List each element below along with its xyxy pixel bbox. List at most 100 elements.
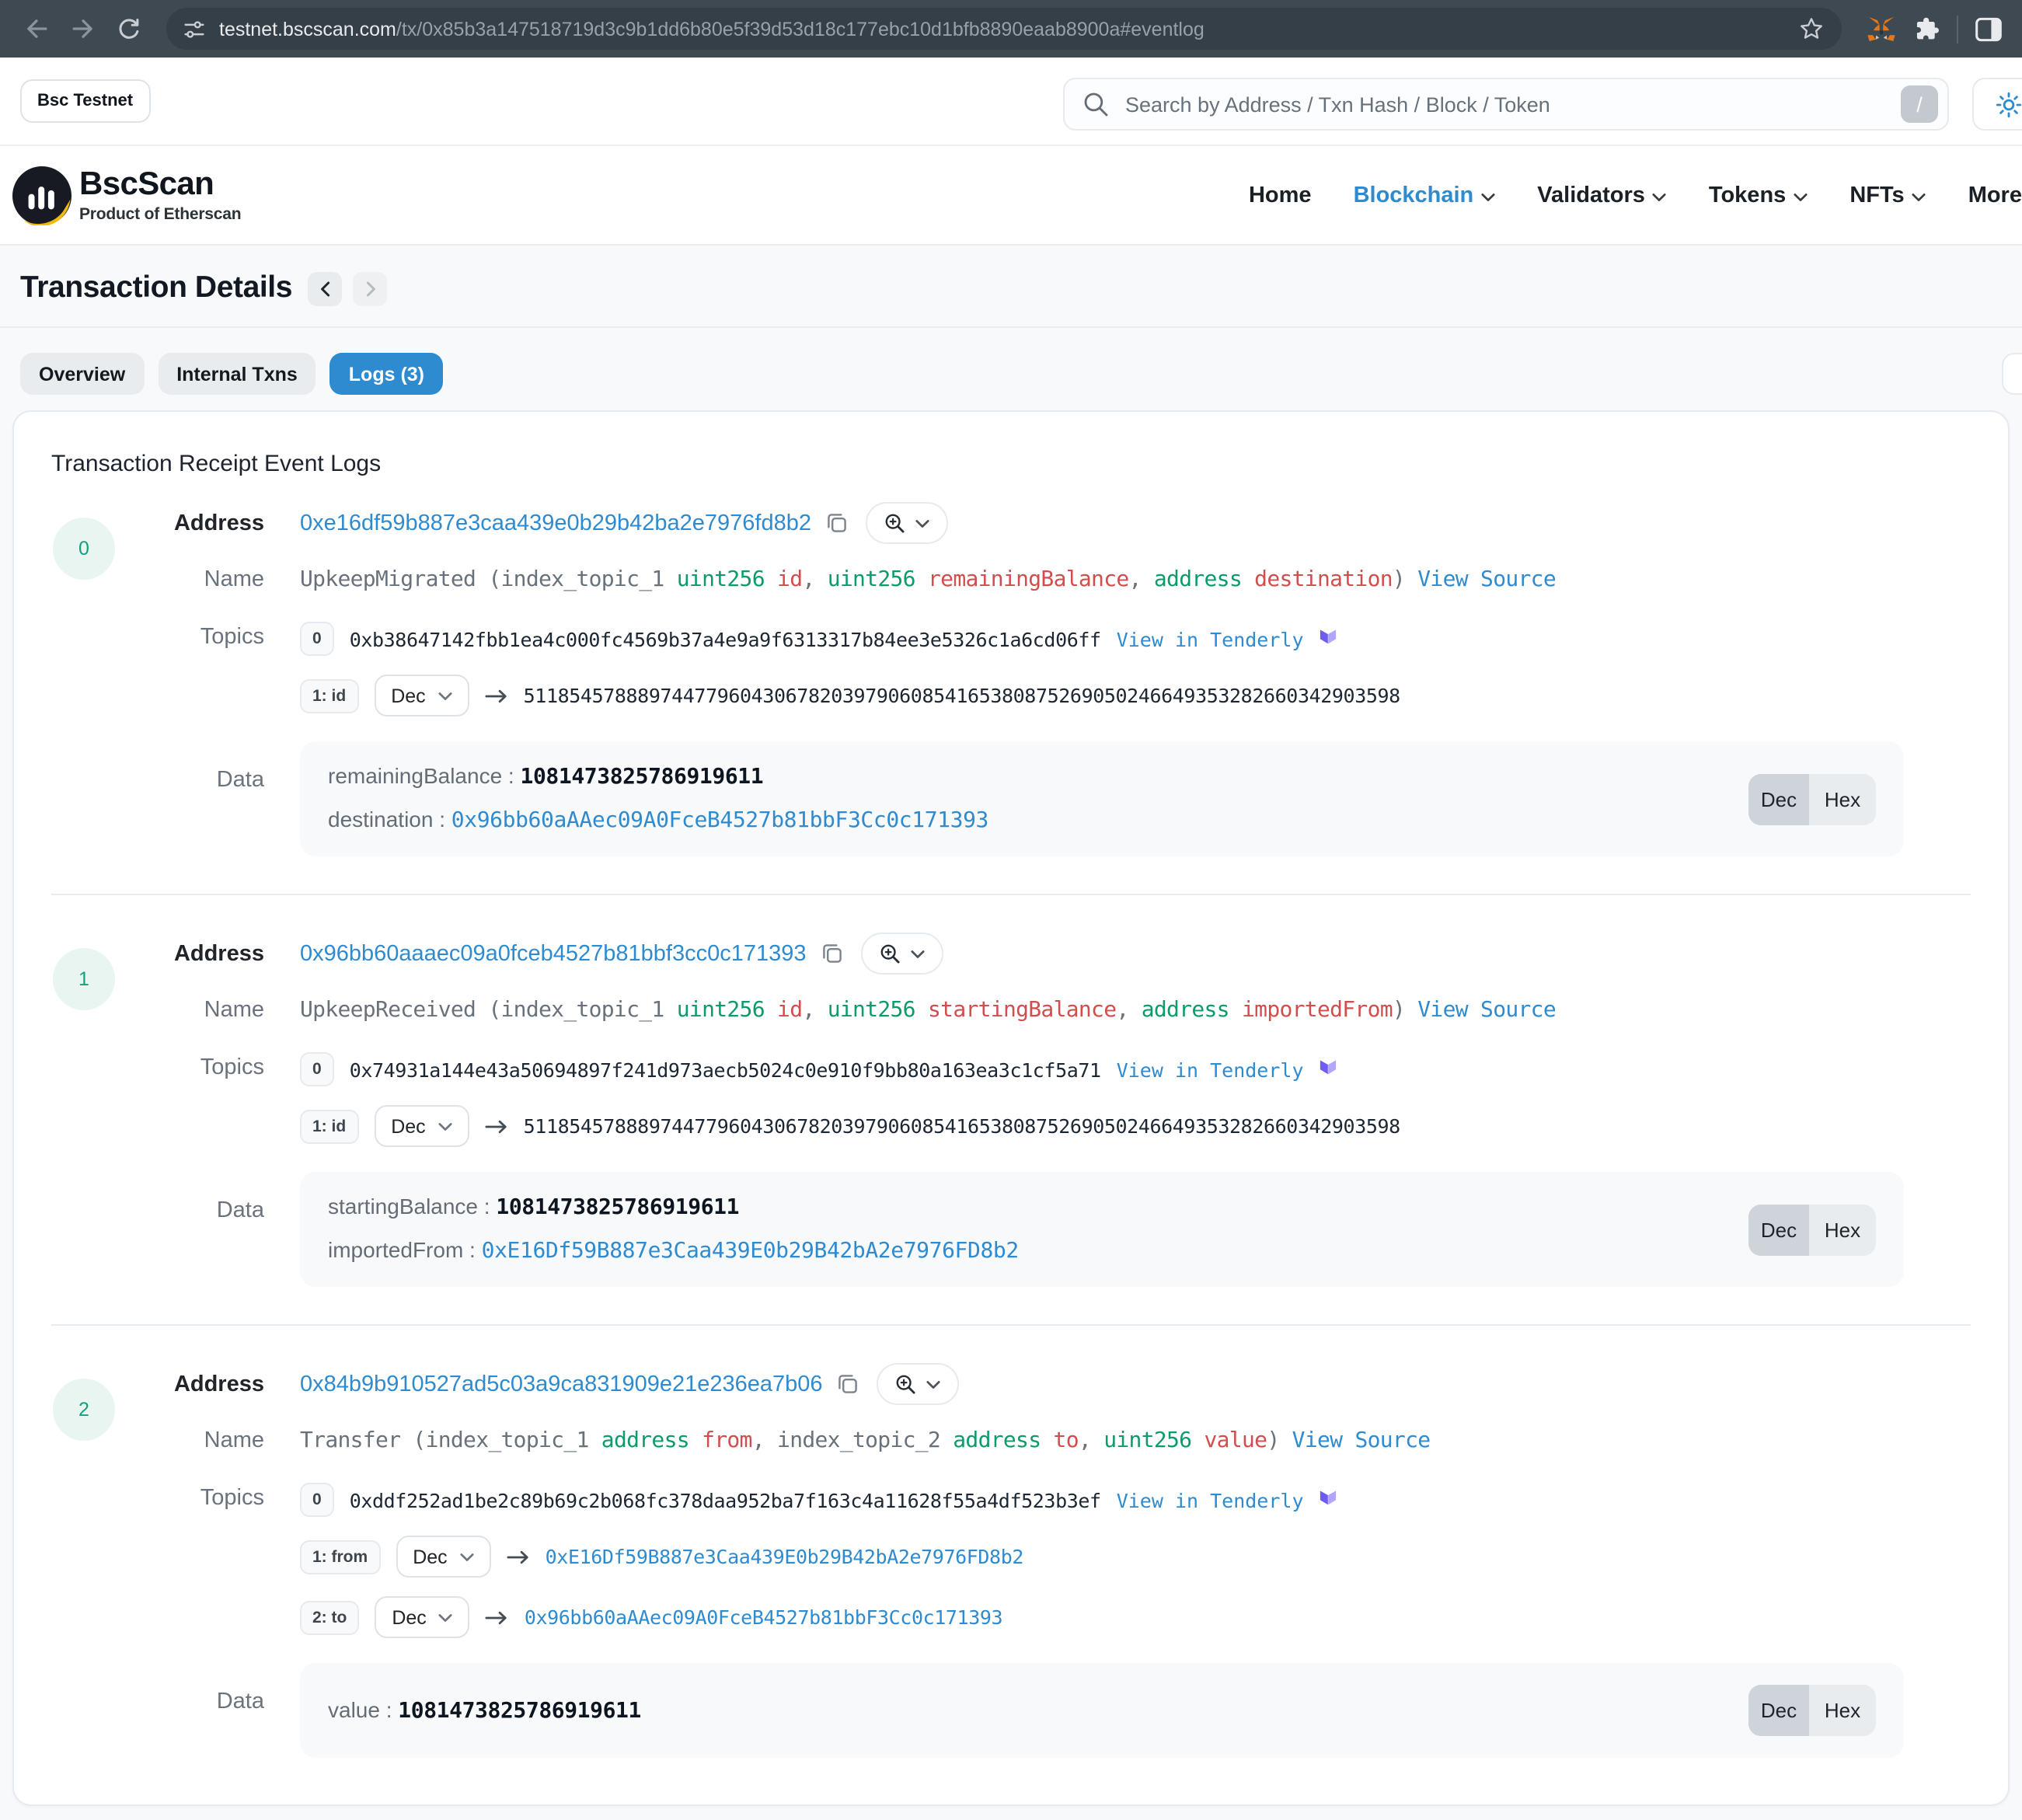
topic-format-select[interactable]: Dec	[374, 675, 469, 716]
address-inspect-button[interactable]	[861, 933, 943, 975]
nav-item-nfts[interactable]: NFTs	[1849, 183, 1926, 207]
forward-icon[interactable]	[59, 5, 106, 52]
bookmark-star-icon[interactable]	[1798, 16, 1825, 42]
nav-item-label: More	[1968, 183, 2022, 207]
data-lines: remainingBalance : 1081473825786919611de…	[328, 763, 1748, 835]
nav-item-more[interactable]: More	[1968, 183, 2022, 207]
event-signature: UpkeepMigrated (index_topic_1 uint256 id…	[300, 564, 1556, 595]
nav-item-label: NFTs	[1849, 183, 1904, 207]
metamask-icon[interactable]	[1867, 15, 1896, 43]
data-field-name: destination	[328, 807, 433, 832]
dec-hex-toggle: DecHex	[1748, 1685, 1876, 1736]
nav-item-tokens[interactable]: Tokens	[1709, 183, 1808, 207]
copy-address-button[interactable]	[825, 511, 849, 535]
prev-transaction-button[interactable]	[308, 271, 342, 305]
log-rows: Address0xe16df59b887e3caa439e0b29b42ba2e…	[115, 502, 1971, 856]
search-shortcut-badge: /	[1901, 85, 1938, 123]
next-transaction-button[interactable]	[353, 271, 387, 305]
chevron-down-icon	[439, 1613, 453, 1622]
address-row: Address0x96bb60aaaec09a0fceb4527b81bbf3c…	[115, 933, 1971, 975]
hex-toggle-button[interactable]: Hex	[1809, 773, 1876, 825]
dec-toggle-button[interactable]: Dec	[1748, 773, 1809, 825]
right-arrow-icon	[486, 1609, 509, 1625]
topic-line: 2: toDec0x96bb60aAAec09A0FceB4527b81bbF3…	[300, 1596, 1340, 1638]
log-address-link[interactable]: 0x84b9b910527ad5c03a9ca831909e21e236ea7b…	[300, 1372, 823, 1396]
signature-token-param: to	[1054, 1428, 1079, 1453]
view-in-tenderly-link[interactable]: View in Tenderly	[1117, 1488, 1304, 1511]
signature-token-plain: Transfer (index_topic_1	[300, 1428, 601, 1453]
brand[interactable]: BscScan Product of Etherscan	[12, 166, 241, 225]
copy-icon	[837, 1372, 860, 1396]
topic-value-link[interactable]: 0x96bb60aAAec09A0FceB4527b81bbF3Cc0c1713…	[525, 1606, 1002, 1629]
network-badge[interactable]: Bsc Testnet	[20, 79, 150, 123]
extensions-puzzle-icon[interactable]	[1913, 16, 1940, 42]
nav-item-label: Home	[1249, 183, 1312, 207]
view-source-link[interactable]: View Source	[1417, 567, 1556, 592]
chevron-down-icon	[438, 691, 452, 700]
signature-token-type: uint256	[677, 567, 777, 592]
brand-tagline: Product of Etherscan	[79, 204, 241, 223]
topic-hash: 0x74931a144e43a50694897f241d973aecb5024c…	[350, 1058, 1101, 1081]
log-address-link[interactable]: 0xe16df59b887e3caa439e0b29b42ba2e7976fd8…	[300, 511, 811, 535]
nav-item-validators[interactable]: Validators	[1537, 183, 1667, 207]
address-inspect-button[interactable]	[866, 502, 948, 544]
topic-line: 00x74931a144e43a50694897f241d973aecb5024…	[300, 1052, 1400, 1086]
site-info-icon[interactable]	[183, 18, 205, 40]
data-label: Data	[115, 1172, 264, 1223]
copy-icon	[825, 511, 849, 535]
tab-logs-3[interactable]: Logs (3)	[330, 353, 443, 395]
data-box: remainingBalance : 1081473825786919611de…	[300, 741, 1904, 856]
dec-toggle-button[interactable]: Dec	[1748, 1204, 1809, 1255]
topic-value: 5118545788897447796043067820397906085416…	[524, 1114, 1400, 1138]
topic-index-badge: 1: id	[300, 678, 358, 713]
signature-token-type: address	[953, 1428, 1053, 1453]
topic-line: 00xb38647142fbb1ea4c000fc4569b37a4e9a9f6…	[300, 622, 1400, 656]
search-input[interactable]	[1122, 91, 1901, 117]
signature-token-param: id	[777, 998, 802, 1023]
dec-toggle-button[interactable]: Dec	[1748, 1685, 1809, 1736]
data-colon: :	[502, 763, 520, 788]
topic-value-link[interactable]: 0xE16Df59B887e3Caa439E0b29B42bA2e7976FD8…	[546, 1545, 1023, 1568]
data-value: 1081473825786919611	[398, 1698, 641, 1723]
chevron-down-icon	[438, 1121, 452, 1131]
data-row: DatastartingBalance : 108147382578691961…	[115, 1172, 1971, 1287]
tab-internal-txns[interactable]: Internal Txns	[158, 353, 316, 395]
hex-toggle-button[interactable]: Hex	[1809, 1685, 1876, 1736]
search-box[interactable]: /	[1063, 78, 1949, 131]
signature-token-type: address	[1142, 998, 1242, 1023]
theme-toggle-button[interactable]	[1972, 78, 2022, 131]
topic-index-badge: 1: from	[300, 1539, 380, 1574]
signature-token-plain: ,	[1116, 998, 1141, 1023]
copy-address-button[interactable]	[837, 1372, 860, 1396]
log-address-link[interactable]: 0x96bb60aaaec09a0fceb4527b81bbf3cc0c1713…	[300, 941, 807, 966]
view-source-link[interactable]: View Source	[1417, 998, 1556, 1023]
topic-format-select[interactable]: Dec	[396, 1536, 490, 1578]
data-value-link[interactable]: 0x96bb60aAAec09A0FceB4527b81bbF3Cc0c1713…	[451, 808, 988, 833]
signature-token-param: remainingBalance	[928, 567, 1129, 592]
right-arrow-icon	[485, 1118, 508, 1134]
hex-toggle-button[interactable]: Hex	[1809, 1204, 1876, 1255]
tab-overview[interactable]: Overview	[20, 353, 144, 395]
address-inspect-button[interactable]	[877, 1363, 960, 1405]
log-index-badge: 2	[53, 1379, 115, 1441]
nav-item-blockchain[interactable]: Blockchain	[1354, 183, 1496, 207]
url-bar[interactable]: testnet.bscscan.com/tx/0x85b3a147518719d…	[166, 8, 1842, 50]
log-entry: 1Address0x96bb60aaaec09a0fceb4527b81bbf3…	[51, 895, 1971, 1287]
copy-address-button[interactable]	[821, 942, 844, 965]
data-box: value : 1081473825786919611DecHex	[300, 1663, 1904, 1758]
view-in-tenderly-link[interactable]: View in Tenderly	[1117, 627, 1304, 650]
signature-token-type: uint256	[828, 998, 928, 1023]
view-source-link[interactable]: View Source	[1292, 1428, 1431, 1453]
back-icon[interactable]	[12, 5, 59, 52]
topic-format-select[interactable]: Dec	[375, 1596, 469, 1638]
side-panel-icon[interactable]	[1975, 16, 2002, 41]
nav-item-home[interactable]: Home	[1249, 183, 1312, 207]
reload-icon[interactable]	[106, 5, 152, 52]
tabs-overflow-button[interactable]	[2002, 353, 2022, 395]
data-value-link[interactable]: 0xE16Df59B887e3Caa439E0b29B42bA2e7976FD8…	[482, 1239, 1019, 1264]
topic-format-select[interactable]: Dec	[374, 1105, 469, 1147]
tabs-row: Overview Internal Txns Logs (3)	[0, 328, 2022, 395]
dec-hex-toggle: DecHex	[1748, 1204, 1876, 1255]
view-in-tenderly-link[interactable]: View in Tenderly	[1117, 1058, 1304, 1081]
topic-arrow	[485, 688, 508, 703]
